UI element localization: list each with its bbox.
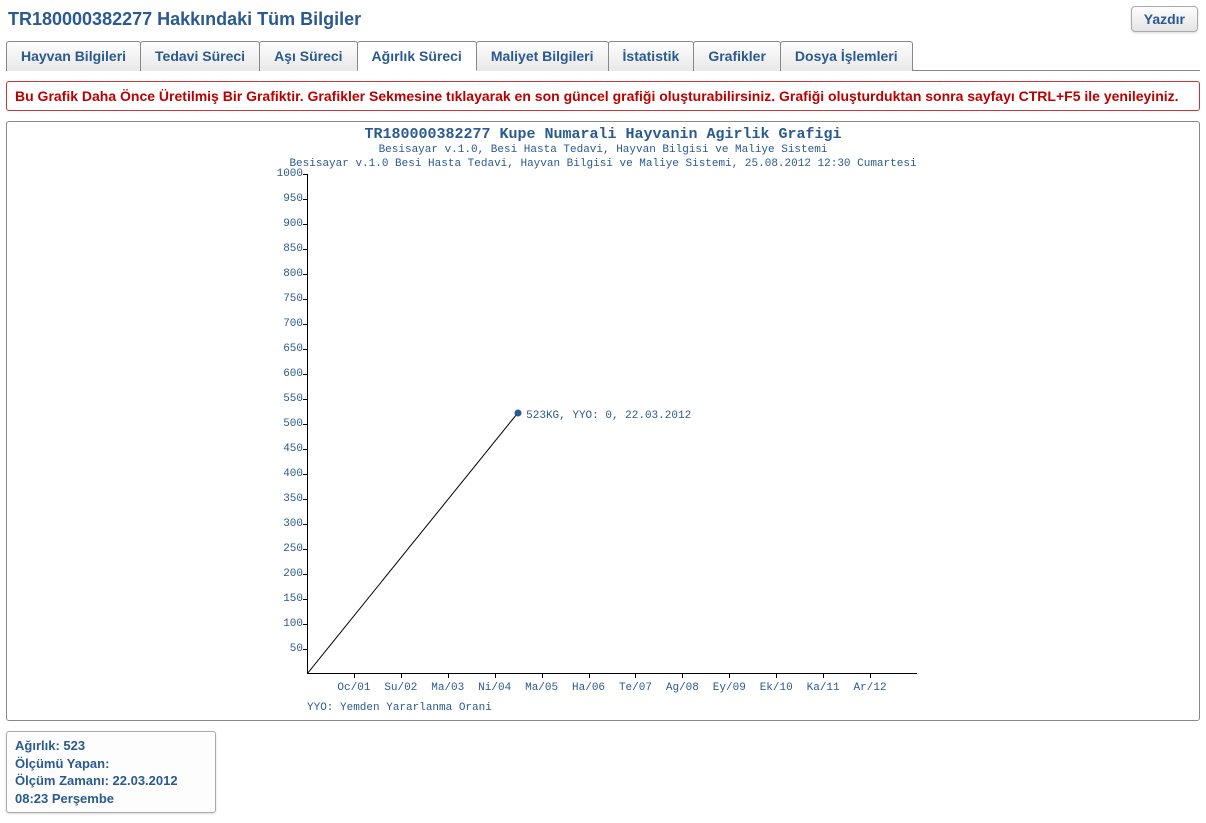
x-axis-label: Ha/06 [572,682,605,694]
weight-chart-panel: TR180000382277 Kupe Numarali Hayvanin Ag… [6,121,1200,721]
y-axis-label: 750 [267,293,303,305]
x-axis-label: Ar/12 [854,682,887,694]
tab-istatistik[interactable]: İstatistik [608,41,695,71]
chart-data-label: 523KG, YYO: 0, 22.03.2012 [526,410,691,422]
y-axis-label: 700 [267,318,303,330]
y-axis-label: 1000 [267,168,303,180]
y-axis-label: 50 [267,643,303,655]
y-axis-label: 250 [267,543,303,555]
tab-agirlik-sureci[interactable]: Ağırlık Süreci [357,41,477,71]
info-weight: Ağırlık: 523 [15,737,207,755]
x-axis-label: Ni/04 [478,682,511,694]
tab-grafikler[interactable]: Grafikler [693,41,781,71]
info-measurer: Ölçümü Yapan: [15,755,207,773]
x-axis-label: Te/07 [619,682,652,694]
y-axis-label: 900 [267,218,303,230]
tab-hayvan-bilgileri[interactable]: Hayvan Bilgileri [6,41,141,71]
x-axis-label: Su/02 [384,682,417,694]
x-axis-label: Ey/09 [713,682,746,694]
x-axis-label: Ma/03 [431,682,464,694]
y-axis-label: 150 [267,593,303,605]
info-time: Ölçüm Zamanı: 22.03.2012 08:23 Perşembe [15,772,207,807]
plot-area [307,174,917,674]
y-axis-label: 300 [267,518,303,530]
x-axis-label: Oc/01 [337,682,370,694]
y-axis-label: 350 [267,493,303,505]
stale-chart-warning: Bu Grafik Daha Önce Üretilmiş Bir Grafik… [6,81,1200,111]
x-axis-label: Ma/05 [525,682,558,694]
y-axis-label: 450 [267,443,303,455]
chart-footnote: YYO: Yemden Yararlanma Orani [307,702,492,714]
x-axis-label: Ag/08 [666,682,699,694]
print-button[interactable]: Yazdır [1131,6,1198,32]
measurement-info-box: Ağırlık: 523 Ölçümü Yapan: Ölçüm Zamanı:… [6,731,216,813]
tabs-bar: Hayvan BilgileriTedavi SüreciAşı SüreciA… [6,40,1200,71]
tab-asi-sureci[interactable]: Aşı Süreci [259,41,357,71]
y-axis-label: 600 [267,368,303,380]
tab-tedavi-sureci[interactable]: Tedavi Süreci [140,41,260,71]
page-title: TR180000382277 Hakkındaki Tüm Bilgiler [8,9,361,30]
tab-maliyet-bilgileri[interactable]: Maliyet Bilgileri [476,41,609,71]
y-axis-label: 500 [267,418,303,430]
chart-data-point [515,409,522,416]
y-axis-label: 400 [267,468,303,480]
tab-dosya-islemleri[interactable]: Dosya İşlemleri [780,41,913,71]
chart-subtitle-1: Besisayar v.1.0, Besi Hasta Tedavi, Hayv… [7,143,1199,157]
x-axis-label: Ka/11 [807,682,840,694]
y-axis-label: 100 [267,618,303,630]
y-axis-label: 800 [267,268,303,280]
y-axis-label: 550 [267,393,303,405]
x-axis-label: Ek/10 [760,682,793,694]
y-axis-label: 950 [267,193,303,205]
y-axis-label: 850 [267,243,303,255]
chart-title: TR180000382277 Kupe Numarali Hayvanin Ag… [7,126,1199,143]
chart-subtitle-2: Besisayar v.1.0 Besi Hasta Tedavi, Hayva… [7,157,1199,171]
y-axis-label: 650 [267,343,303,355]
y-axis-label: 200 [267,568,303,580]
